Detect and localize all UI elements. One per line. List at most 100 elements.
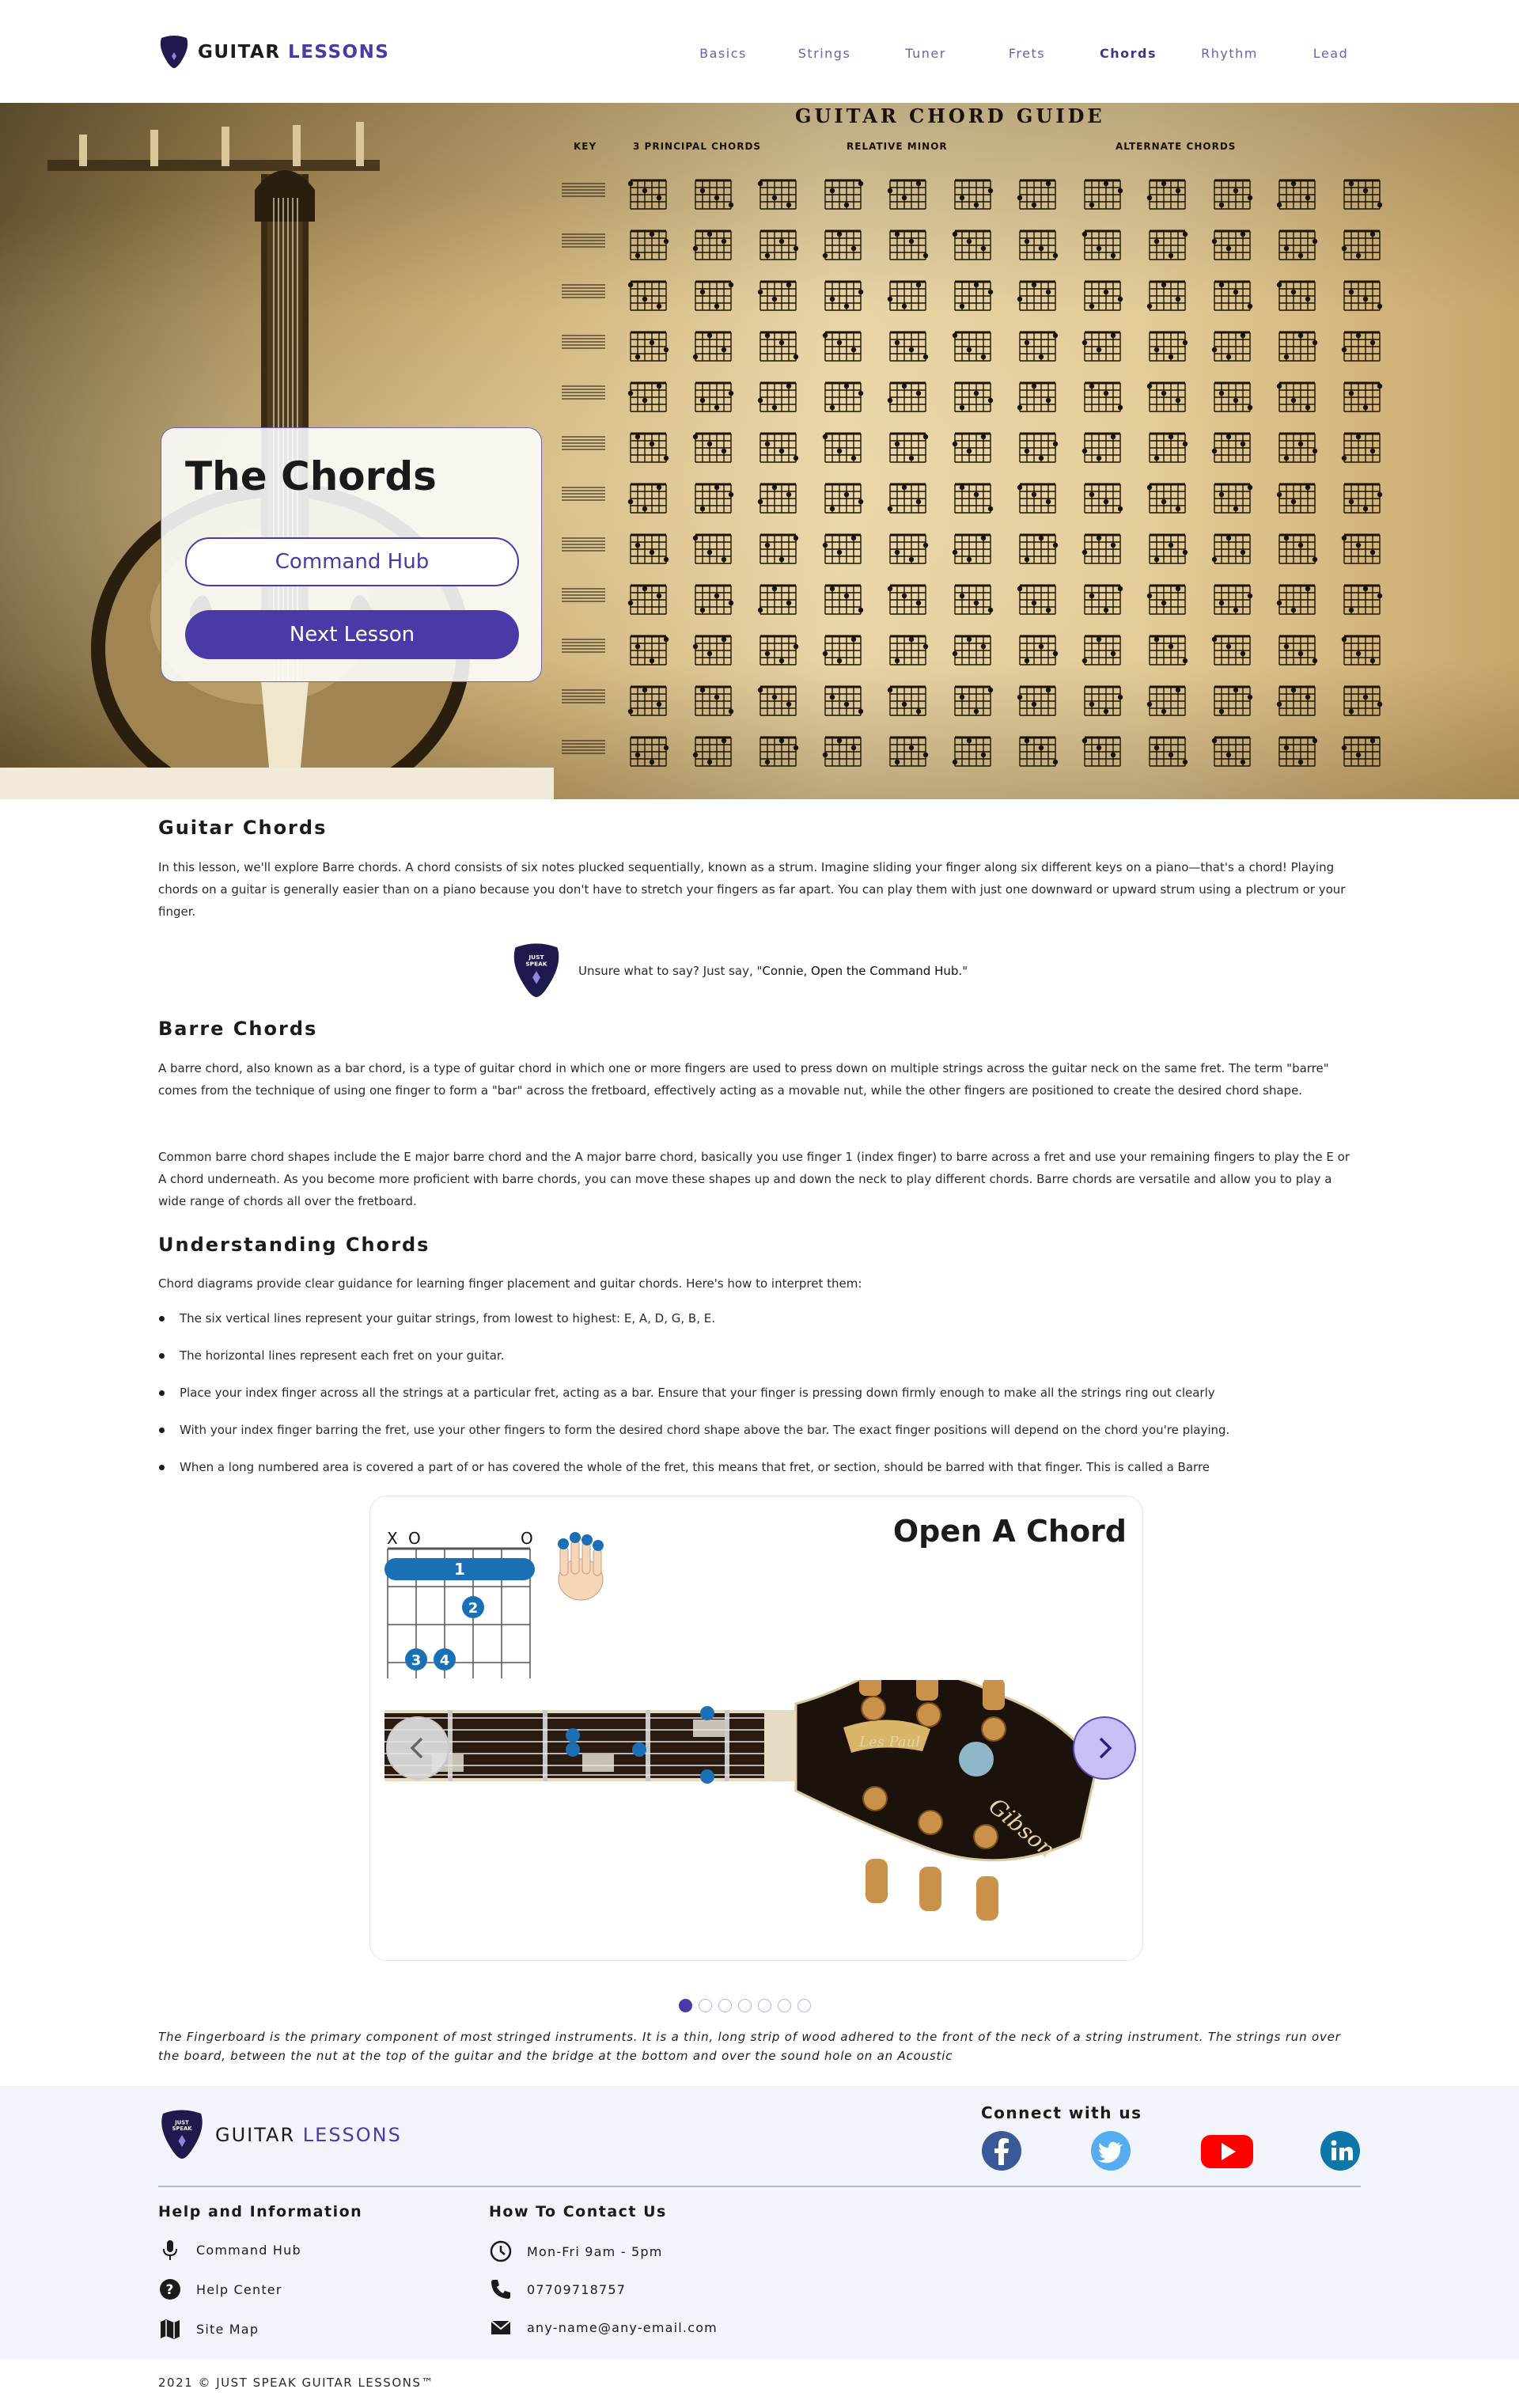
phone-icon [491, 2280, 510, 2299]
footer-logo-word-lessons: LESSONS [302, 2124, 402, 2146]
footer-divider [158, 2186, 1361, 2187]
twitter-icon[interactable] [1090, 2130, 1131, 2171]
nav-rhythm[interactable]: Rhythm [1179, 46, 1280, 61]
tip-prefix: Unsure what to say? Just say, " [578, 964, 763, 978]
clock-icon [490, 2240, 512, 2262]
microphone-icon [163, 2240, 177, 2260]
tip-suffix: " [962, 964, 968, 978]
contact-hours: Mon-Fri 9am - 5pm [489, 2239, 663, 2263]
list-item: The horizontal lines represent each fret… [158, 1344, 1361, 1382]
carousel-next-button[interactable] [1073, 1716, 1136, 1780]
finger-label-1: 1 [454, 1560, 465, 1579]
facebook-icon[interactable] [981, 2130, 1022, 2171]
carousel-dot-2[interactable] [699, 1999, 712, 2012]
hero-card: The Chords Command Hub Next Lesson [161, 427, 542, 682]
youtube-icon[interactable] [1199, 2130, 1255, 2171]
string-marker-open: O [521, 1529, 533, 1548]
linkedin-icon[interactable] [1320, 2130, 1361, 2171]
carousel-prev-button[interactable] [386, 1716, 449, 1780]
barre-text-1: A barre chord, also known as a bar chord… [158, 1061, 1329, 1098]
carousel-dot-6[interactable] [778, 1999, 791, 2012]
guitar-headstock-image: Les Paul Gibson [384, 1680, 1098, 1921]
contact-hours-text: Mon-Fri 9am - 5pm [527, 2243, 663, 2259]
contact-email-text: any-name@any-email.com [527, 2319, 718, 2335]
string-marker-mute: X [387, 1529, 398, 1548]
svg-text:?: ? [165, 2282, 174, 2298]
chevron-right-icon [1099, 1737, 1112, 1759]
guitar-pick-logo-icon [158, 35, 190, 70]
carousel-dot-1[interactable] [679, 1999, 692, 2012]
nav-frets[interactable]: Frets [976, 46, 1078, 61]
chord-tips-list: The six vertical lines represent your gu… [158, 1307, 1361, 1493]
chart-col-minor: RELATIVE MINOR [847, 141, 948, 152]
help-circle-icon: ? [160, 2279, 180, 2300]
finger-label-2: 2 [468, 1600, 479, 1617]
email-icon [491, 2320, 511, 2334]
site-header: GUITAR LESSONS Basics Strings Tuner Fret… [0, 0, 1519, 103]
site-logo[interactable]: GUITAR LESSONS [158, 35, 389, 70]
next-lesson-button[interactable]: Next Lesson [185, 610, 519, 659]
contact-email[interactable]: any-name@any-email.com [489, 2315, 718, 2339]
understanding-chords-heading: Understanding Chords [158, 1234, 430, 1256]
list-item: With your index finger barring the fret,… [158, 1419, 1361, 1456]
chord-guide-chart: GUITAR CHORD GUIDE KEY 3 PRINCIPAL CHORD… [558, 103, 1424, 799]
finger-label-3: 3 [411, 1652, 422, 1669]
chart-col-alternate: ALTERNATE CHORDS [1116, 141, 1237, 152]
footer-link-label: Command Hub [196, 2242, 301, 2258]
voice-tip: JUST SPEAK Unsure what to say? Just say,… [510, 942, 968, 1000]
carousel-slide-title: Open A Chord [892, 1514, 1127, 1549]
help-heading: Help and Information [158, 2203, 363, 2220]
list-item: When a long numbered area is covered a p… [158, 1456, 1361, 1493]
command-hub-button[interactable]: Command Hub [185, 537, 519, 586]
chord-diagram-grid [562, 179, 1383, 767]
guitar-pick-logo-icon: JUST SPEAK [158, 2108, 206, 2162]
nav-tuner[interactable]: Tuner [875, 46, 976, 61]
list-item: Place your index finger across all the s… [158, 1382, 1361, 1419]
footer-link-site-map[interactable]: Site Map [158, 2317, 259, 2341]
nav-strings[interactable]: Strings [774, 46, 875, 61]
contact-phone-text: 07709718757 [527, 2281, 627, 2297]
contact-phone[interactable]: 07709718757 [489, 2277, 626, 2301]
logo-word-guitar: GUITAR [198, 42, 281, 63]
chord-diagram: X O O 1 2 3 4 [384, 1529, 604, 1678]
connect-heading: Connect with us [981, 2103, 1142, 2122]
footer-link-label: Site Map [196, 2321, 259, 2337]
logo-word-lessons: LESSONS [288, 42, 390, 63]
pick-text-speak: SPEAK [525, 960, 547, 967]
list-item: The six vertical lines represent your gu… [158, 1307, 1361, 1344]
carousel-dot-4[interactable] [738, 1999, 752, 2012]
footer-link-help-center[interactable]: ? Help Center [158, 2277, 282, 2301]
model-label: Les Paul [858, 1734, 920, 1750]
guitar-pick-logo-icon: JUST SPEAK [510, 942, 563, 1000]
footer-link-label: Help Center [196, 2281, 282, 2297]
main-nav: Basics Strings Tuner Frets Chords Rhythm… [672, 46, 1381, 61]
barre-chords-heading: Barre Chords [158, 1018, 318, 1040]
chord-carousel: Open A Chord X O O 1 2 3 4 Les Paul Gibs… [369, 1496, 1143, 1961]
copyright-text: 2021 © JUST SPEAK GUITAR LESSONS™ [158, 2376, 434, 2390]
carousel-dot-7[interactable] [797, 1999, 811, 2012]
nav-lead[interactable]: Lead [1280, 46, 1381, 61]
page-title: The Chords [185, 453, 437, 499]
site-footer: JUST SPEAK GUITAR LESSONS Connect with u… [0, 2086, 1519, 2360]
footer-logo-word-guitar: GUITAR [215, 2124, 296, 2146]
hero-banner: GUITAR CHORD GUIDE KEY 3 PRINCIPAL CHORD… [0, 103, 1519, 799]
fingerboard-caption: The Fingerboard is the primary component… [158, 2030, 1341, 2063]
carousel-dot-5[interactable] [758, 1999, 771, 2012]
hand-fingers-icon [558, 1532, 604, 1601]
tip-phrase: Connie, Open the Command Hub. [762, 964, 963, 978]
carousel-pagination [679, 1999, 811, 2012]
nav-basics[interactable]: Basics [672, 46, 774, 61]
carousel-dot-3[interactable] [718, 1999, 732, 2012]
map-icon [161, 2319, 180, 2339]
chevron-left-icon [410, 1737, 423, 1759]
chart-col-key: KEY [574, 141, 597, 152]
nav-chords[interactable]: Chords [1078, 46, 1179, 61]
barre-text-2: Common barre chord shapes include the E … [158, 1150, 1350, 1208]
guitar-chords-text: In this lesson, we'll explore Barre chor… [158, 860, 1346, 919]
understanding-intro: Chord diagrams provide clear guidance fo… [158, 1276, 862, 1291]
footer-link-command-hub[interactable]: Command Hub [158, 2238, 301, 2262]
footer-logo[interactable]: JUST SPEAK GUITAR LESSONS [158, 2108, 402, 2162]
chart-col-principal: 3 PRINCIPAL CHORDS [633, 141, 762, 152]
guitar-chords-heading: Guitar Chords [158, 817, 328, 839]
pick-text-speak: SPEAK [172, 2125, 193, 2132]
